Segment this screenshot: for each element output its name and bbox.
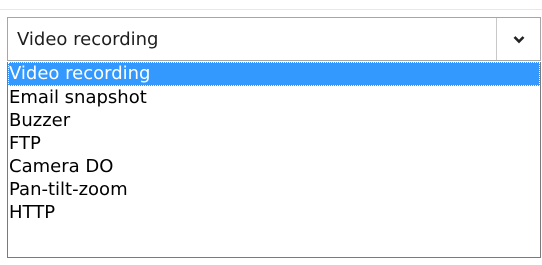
select-current-value: Video recording: [17, 28, 159, 50]
option-email-snapshot[interactable]: Email snapshot: [8, 86, 540, 109]
option-ftp[interactable]: FTP: [8, 132, 540, 155]
dropdown-list: Video recording Email snapshot Buzzer FT…: [7, 62, 541, 258]
action-select[interactable]: Video recording: [7, 17, 541, 61]
option-buzzer[interactable]: Buzzer: [8, 109, 540, 132]
option-video-recording[interactable]: Video recording: [8, 62, 540, 86]
top-divider: [0, 0, 542, 10]
option-http[interactable]: HTTP: [8, 201, 540, 224]
chevron-down-icon: [513, 35, 525, 44]
option-camera-do[interactable]: Camera DO: [8, 155, 540, 178]
option-pan-tilt-zoom[interactable]: Pan-tilt-zoom: [8, 178, 540, 201]
select-arrow-button[interactable]: [496, 18, 540, 60]
